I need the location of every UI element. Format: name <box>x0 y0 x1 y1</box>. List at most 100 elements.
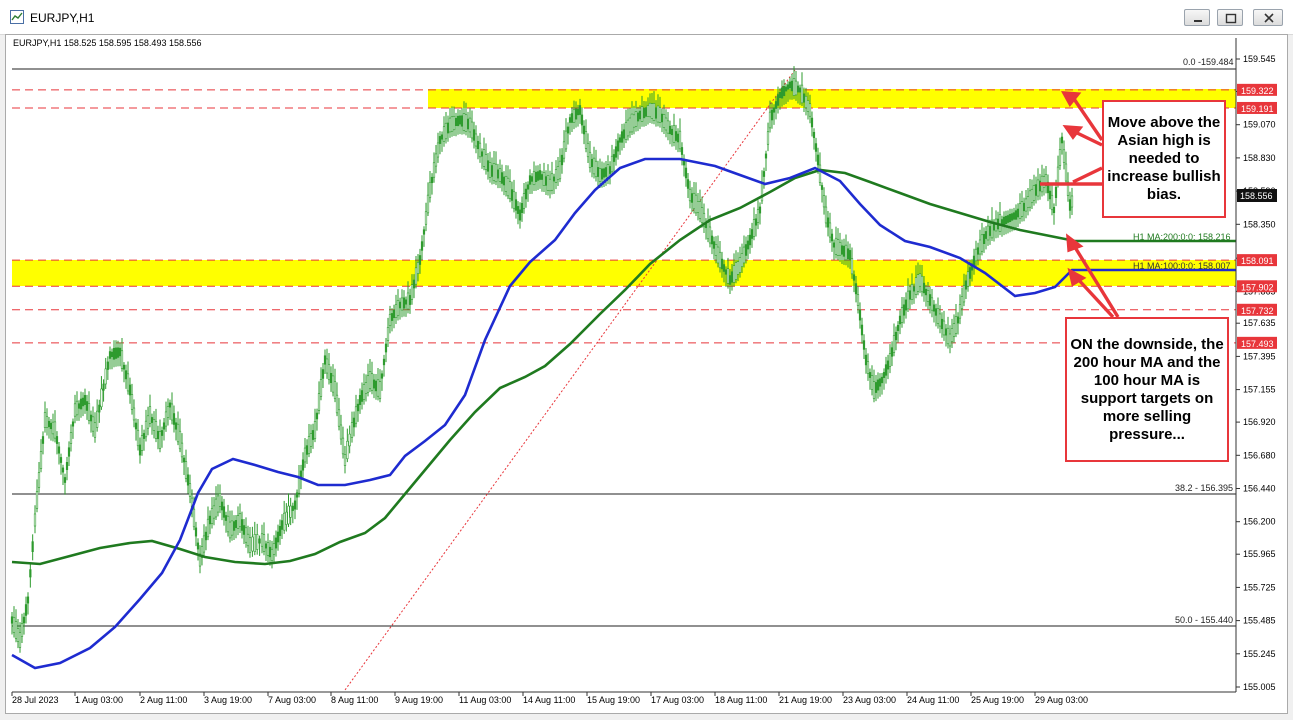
candle-body <box>59 457 63 463</box>
candle-body <box>956 316 960 324</box>
candle-body <box>598 168 602 182</box>
candle-body <box>860 324 864 336</box>
candle-body <box>590 159 594 167</box>
callout-downside-support: ON the downside, the 200 hour MA and the… <box>1065 317 1229 462</box>
candle-body <box>410 284 414 300</box>
candle-body <box>77 403 81 409</box>
candle-body <box>276 531 280 543</box>
candle-body <box>1004 215 1008 225</box>
candle-body <box>706 220 710 240</box>
candle-body <box>305 445 309 455</box>
support-zone <box>12 260 1236 286</box>
candle-body <box>500 172 504 184</box>
candle-body <box>712 241 716 249</box>
candle-body <box>73 403 77 417</box>
candle-body <box>1028 190 1032 208</box>
candle-body <box>734 262 738 280</box>
candle-body <box>976 247 980 255</box>
candle-body <box>460 115 464 127</box>
candle-body <box>380 373 384 379</box>
candle-body <box>880 376 884 384</box>
candle-body <box>544 176 548 186</box>
candle-body <box>416 262 420 274</box>
candle-body <box>274 537 278 549</box>
candle-body <box>166 406 170 418</box>
candle-body <box>31 541 34 552</box>
candle-body <box>35 491 39 509</box>
price-tick-label: 159.545 <box>1243 54 1276 64</box>
candle-body <box>466 118 470 130</box>
candle-body <box>504 175 508 193</box>
candle-body <box>768 111 772 129</box>
time-tick-label: 23 Aug 03:00 <box>843 695 896 705</box>
candle-body <box>418 255 422 265</box>
candle-body <box>315 412 319 420</box>
candle-body <box>327 363 331 381</box>
candle-body <box>264 543 268 549</box>
candle-body <box>786 84 790 90</box>
candle-body <box>214 498 218 518</box>
callout-bullish-bias: Move above the Asian high is needed to i… <box>1102 100 1226 218</box>
candle-body <box>480 151 484 157</box>
candle-body <box>660 113 664 123</box>
candle-body <box>906 290 910 310</box>
candle-body <box>210 507 214 525</box>
candle-body <box>840 245 844 255</box>
time-tick-label: 17 Aug 03:00 <box>651 695 704 705</box>
candle-body <box>350 422 354 438</box>
candle-body <box>762 171 766 177</box>
candle-body <box>498 168 502 182</box>
candle-body <box>930 297 934 311</box>
price-tick-label: 156.440 <box>1243 484 1276 494</box>
candle-body <box>341 437 345 455</box>
candle-body <box>14 621 18 639</box>
candle-body <box>882 372 886 378</box>
time-tick-label: 28 Jul 2023 <box>12 695 59 705</box>
candle-body <box>934 308 938 316</box>
candle-body <box>808 103 812 117</box>
candle-body <box>618 137 622 143</box>
candle-body <box>600 168 604 180</box>
candle-body <box>406 292 410 310</box>
candle-body <box>774 101 778 109</box>
candle-body <box>884 364 888 376</box>
candle-body <box>632 114 636 128</box>
candle-body <box>146 415 150 429</box>
candle-body <box>224 515 228 521</box>
candle-body <box>272 543 276 555</box>
candle-body <box>838 241 842 256</box>
candle-body <box>492 163 496 181</box>
level-label: 157.493 <box>1241 339 1274 349</box>
price-axis[interactable]: 159.545159.310159.070158.830158.590158.3… <box>1236 54 1276 692</box>
candle-body <box>87 403 91 421</box>
candle-body <box>806 100 810 112</box>
candle-body <box>287 505 290 525</box>
price-tick-label: 156.200 <box>1243 517 1276 527</box>
candle-body <box>558 160 562 180</box>
time-tick-label: 29 Aug 03:00 <box>1035 695 1088 705</box>
candle-body <box>666 120 670 134</box>
candle-body <box>686 179 690 189</box>
candle-body <box>642 107 646 119</box>
candle-body <box>968 267 972 279</box>
candle-body <box>740 253 744 267</box>
candle-body <box>738 257 742 273</box>
candle-body <box>916 274 920 292</box>
candle-body <box>178 430 182 450</box>
candle-body <box>404 299 408 305</box>
candle-body <box>770 109 774 121</box>
candle-body <box>396 299 400 317</box>
candle-body <box>430 176 434 184</box>
candle-body <box>800 84 804 104</box>
price-tick-label: 155.485 <box>1243 616 1276 626</box>
level-label: 158.091 <box>1241 256 1274 266</box>
candle-body <box>358 395 362 405</box>
candle-body <box>188 483 192 497</box>
candle-body <box>71 421 75 427</box>
candle-body <box>61 467 65 473</box>
candle-body <box>524 188 528 200</box>
candle-body <box>624 122 628 140</box>
time-axis[interactable]: 28 Jul 2023 1 Aug 03:00 2 Aug 11:00 3 Aug 1… <box>11 692 1088 705</box>
callout-downside-text: ON the downside, the 200 hour MA and the… <box>1070 335 1224 443</box>
candle-body <box>364 382 368 394</box>
